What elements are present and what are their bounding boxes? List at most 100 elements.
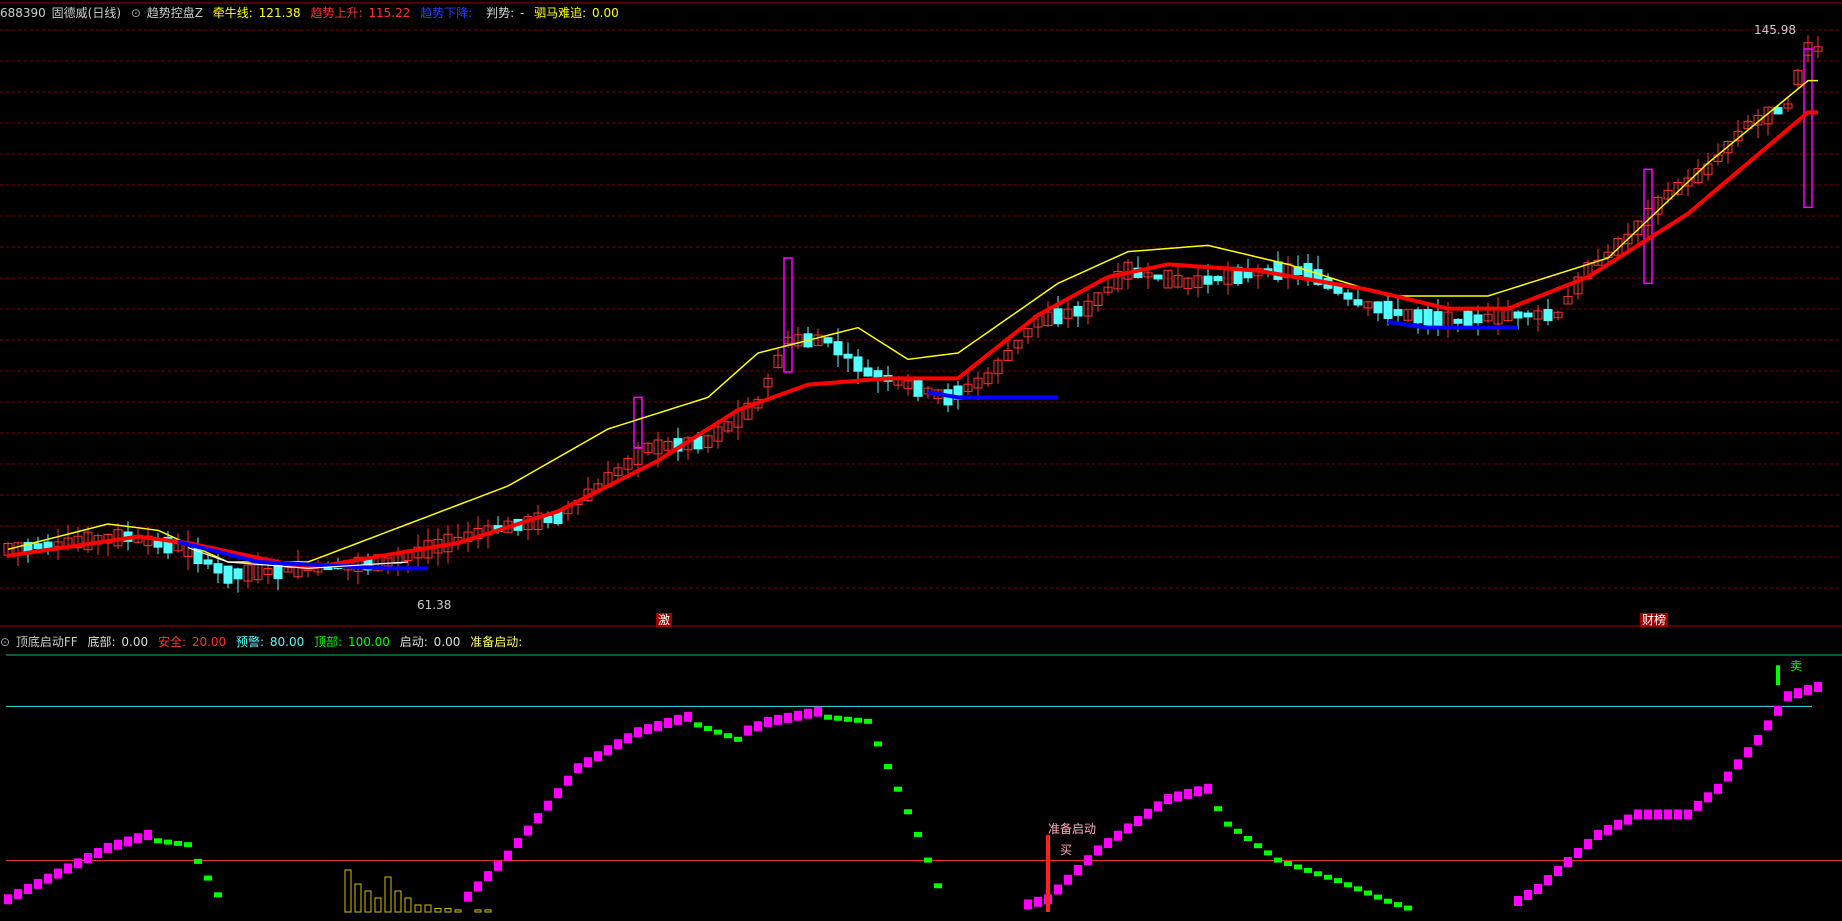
oscillator-bar <box>784 712 792 723</box>
volume-hint-bar <box>414 904 422 913</box>
oscillator-bar <box>1694 800 1702 811</box>
oscillator-bar <box>1304 867 1312 873</box>
oscillator-bar <box>1374 894 1382 900</box>
sell-tag: 卖 <box>1790 659 1803 673</box>
oscillator-bar <box>1234 828 1242 834</box>
oscillator-bar <box>494 860 502 871</box>
volume-hint-bar <box>404 897 412 913</box>
oscillator-bar <box>514 838 522 849</box>
stock-chart[interactable] <box>0 0 1842 921</box>
indicator-name[interactable]: 趋势控盘Z <box>147 6 203 20</box>
oscillator-bar <box>904 809 912 815</box>
oscillator-bar <box>1514 896 1522 907</box>
candle-body <box>1543 309 1553 321</box>
event-tag-ji[interactable]: 激 <box>656 613 673 627</box>
oscillator-bar <box>1584 839 1592 850</box>
oscillator-bar <box>934 883 942 889</box>
oscillator-bar <box>1114 830 1122 841</box>
oscillator-bar <box>1074 864 1082 875</box>
volume-hint-bar <box>484 909 492 913</box>
collapse-icon[interactable]: ⊙ <box>0 635 10 649</box>
event-tag-caibao[interactable]: 财榜 <box>1640 613 1669 627</box>
oscillator-bar <box>464 891 472 902</box>
oscillator-bar <box>1814 682 1822 693</box>
limit-up-candle <box>1803 48 1813 209</box>
oscillator-bar <box>714 729 722 735</box>
oscillator-bar <box>1244 836 1252 842</box>
oscillator-bar <box>14 889 22 900</box>
limit-up-candle <box>783 257 793 373</box>
oscillator-bar <box>754 721 762 732</box>
oscillator-bar <box>184 842 192 848</box>
candle-body <box>1433 311 1443 327</box>
oscillator-bar <box>1654 809 1662 820</box>
oscillator-bar <box>1264 850 1272 856</box>
candle-body <box>233 568 243 580</box>
oscillator-bar <box>1784 691 1792 702</box>
oscillator-bar <box>24 884 32 895</box>
candle-body <box>1343 292 1353 300</box>
oscillator-bar <box>1544 875 1552 886</box>
stock-name[interactable]: 固德威(日线) <box>52 6 121 20</box>
oscillator-bar <box>1394 902 1402 908</box>
oscillator-bar <box>134 833 142 844</box>
volume-hint-bar <box>424 904 432 913</box>
oscillator-bar <box>104 842 112 853</box>
candle-body <box>1423 309 1433 327</box>
horse-value: 0.00 <box>592 6 619 20</box>
candle-body <box>1383 300 1393 319</box>
oscillator-bar <box>1674 809 1682 820</box>
horse-label: 驷马难追: <box>534 6 587 20</box>
candle-body <box>1393 309 1403 316</box>
oscillator-bar <box>1144 808 1152 819</box>
oscillator-bar <box>704 726 712 732</box>
oscillator-bar <box>764 716 772 727</box>
candle-body <box>823 337 833 344</box>
high-price-label: 145.98 <box>1754 23 1796 37</box>
oscillator-bar <box>1744 747 1752 758</box>
ready-label: 准备启动: <box>470 635 523 649</box>
candle-body <box>1473 314 1483 324</box>
sub-chart-header: ⊙ 顶底启动FF 底部: 0.00 安全: 20.00 预警: 80.00 顶部… <box>0 633 528 651</box>
oscillator-bar <box>654 721 662 732</box>
oscillator-bar <box>1214 806 1222 812</box>
volume-hint-bar <box>364 890 372 913</box>
oscillator-bar <box>1194 786 1202 797</box>
oscillator-bar <box>1794 688 1802 699</box>
oscillator-bar <box>614 739 622 750</box>
candle-body <box>1373 301 1383 314</box>
candle-body <box>1353 299 1363 306</box>
oscillator-bar <box>1724 771 1732 782</box>
oscillator-bar <box>1224 821 1232 827</box>
oscillator-bar <box>204 875 212 881</box>
oscillator-bar <box>694 722 702 728</box>
oscillator-bar <box>874 741 882 747</box>
oscillator-bar <box>94 848 102 859</box>
oscillator-bar <box>44 873 52 884</box>
judge-label: 判势: <box>486 6 515 20</box>
sub-indicator-name[interactable]: 顶底启动FF <box>16 635 78 649</box>
oscillator-bar <box>524 825 532 836</box>
oscillator-bar <box>664 717 672 728</box>
oscillator-bar <box>1704 792 1712 803</box>
oscillator-bar <box>164 839 172 845</box>
oscillator-bar <box>1134 816 1142 827</box>
collapse-icon[interactable]: ⊙ <box>131 6 141 20</box>
oscillator-bar <box>1184 788 1192 799</box>
candle-body <box>1413 309 1423 324</box>
oscillator-bar <box>1644 809 1652 820</box>
oscillator-bar <box>824 714 832 720</box>
oscillator-bar <box>1664 809 1672 820</box>
oscillator-bar <box>1364 890 1372 896</box>
oscillator-bar <box>734 736 742 742</box>
candle-body <box>1513 311 1523 319</box>
oscillator-bar <box>1054 884 1062 895</box>
oscillator-bar <box>774 714 782 725</box>
oscillator-bar <box>34 878 42 889</box>
oscillator-bar <box>674 714 682 725</box>
bull-line-value: 121.38 <box>258 6 301 20</box>
ready-start-tag: 准备启动 <box>1048 822 1097 836</box>
trend-down-label: 趋势下降: <box>420 6 473 20</box>
oscillator-bar <box>1204 783 1212 794</box>
oscillator-bar <box>484 871 492 882</box>
